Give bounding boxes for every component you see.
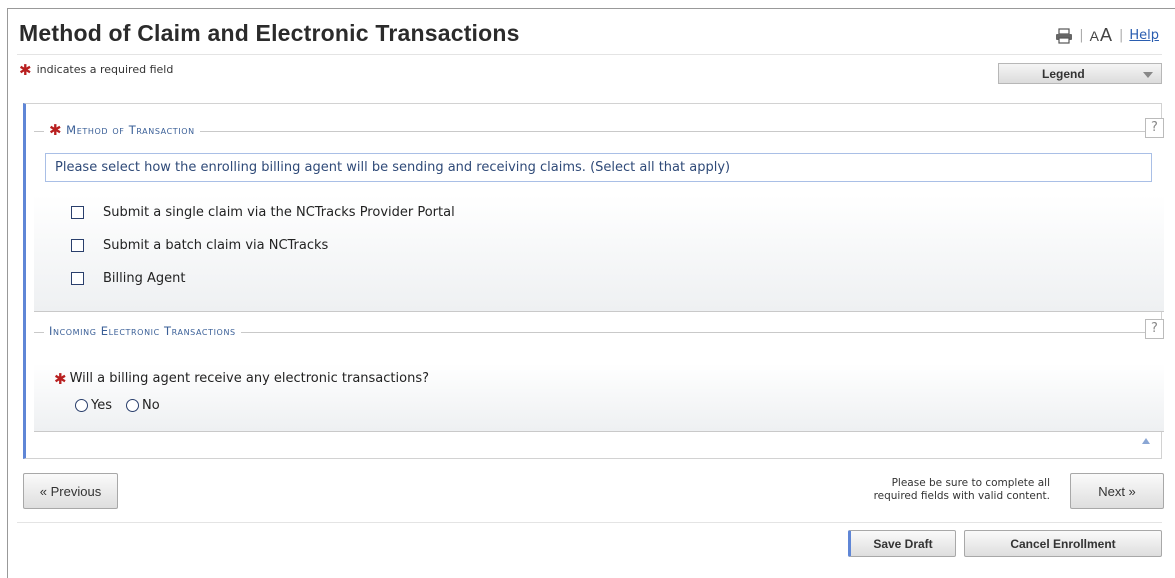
method-instructions: Please select how the enrolling billing … xyxy=(45,153,1152,182)
scroll-to-top-icon[interactable] xyxy=(1142,438,1150,444)
section-header: ✱ Method of Transaction ? xyxy=(34,118,1164,139)
question-text: Will a billing agent receive any electro… xyxy=(69,371,429,386)
cancel-enrollment-button[interactable]: Cancel Enrollment xyxy=(964,530,1162,557)
required-star-icon: ✱ xyxy=(49,121,63,139)
option-single-claim[interactable]: Submit a single claim via the NCTracks P… xyxy=(71,205,455,220)
chevron-down-icon xyxy=(1143,72,1153,78)
help-link[interactable]: Help xyxy=(1129,28,1159,43)
tool-separator: | xyxy=(1079,28,1084,43)
radio-no[interactable] xyxy=(126,399,139,412)
radio-option-no[interactable]: No xyxy=(126,398,160,413)
previous-button[interactable]: « Previous xyxy=(23,473,118,509)
method-of-transaction-section: ✱ Method of Transaction ? Please select … xyxy=(34,118,1164,312)
completion-note: Please be sure to complete all required … xyxy=(810,477,1050,503)
section-header: Incoming Electronic Transactions ? xyxy=(34,319,1164,339)
help-question-icon[interactable]: ? xyxy=(1145,319,1164,339)
next-button[interactable]: Next » xyxy=(1070,473,1164,509)
footer-divider xyxy=(17,522,1162,523)
option-label: Submit a batch claim via NCTracks xyxy=(103,238,329,253)
required-field-note: ✱ indicates a required field xyxy=(19,60,174,79)
font-size-small-icon: A xyxy=(1089,28,1100,44)
help-question-icon[interactable]: ? xyxy=(1145,118,1164,138)
option-batch-claim[interactable]: Submit a batch claim via NCTracks xyxy=(71,238,328,253)
checkbox-batch-claim[interactable] xyxy=(71,239,84,252)
section-title-text: Method of Transaction xyxy=(66,123,195,137)
option-billing-agent[interactable]: Billing Agent xyxy=(71,271,185,286)
printer-icon[interactable] xyxy=(1055,27,1073,44)
legend-label: Legend xyxy=(1042,67,1085,81)
section-title: ✱ Method of Transaction xyxy=(44,121,200,139)
page-title: Method of Claim and Electronic Transacti… xyxy=(19,20,520,46)
section-title-text: Incoming Electronic Transactions xyxy=(49,324,236,338)
billing-agent-question: ✱ Will a billing agent receive any elect… xyxy=(54,371,429,386)
font-size-toggle[interactable]: AA xyxy=(1090,25,1113,46)
required-note-text: indicates a required field xyxy=(36,63,174,76)
section-divider xyxy=(34,131,1149,132)
save-draft-button[interactable]: Save Draft xyxy=(848,530,956,557)
radio-option-yes[interactable]: Yes xyxy=(75,398,112,413)
radio-label-no: No xyxy=(142,398,160,413)
title-divider xyxy=(17,54,1162,55)
font-size-large-icon: A xyxy=(1099,25,1113,45)
enrollment-panel: ✱ Method of Transaction ? Please select … xyxy=(23,103,1164,459)
option-label: Billing Agent xyxy=(103,271,186,286)
section-title: Incoming Electronic Transactions xyxy=(44,324,241,338)
checkbox-single-claim[interactable] xyxy=(71,206,84,219)
radio-label-yes: Yes xyxy=(91,398,112,413)
tool-separator: | xyxy=(1118,28,1124,43)
completion-note-line: Please be sure to complete all xyxy=(891,477,1050,489)
option-label: Submit a single claim via the NCTracks P… xyxy=(103,205,455,220)
required-star-icon: ✱ xyxy=(54,369,67,388)
radio-yes[interactable] xyxy=(75,399,88,412)
completion-note-line: required fields with valid content. xyxy=(873,490,1050,502)
incoming-electronic-transactions-section: Incoming Electronic Transactions ? ✱ Wil… xyxy=(34,319,1164,432)
legend-dropdown[interactable]: Legend xyxy=(998,63,1162,84)
required-star-icon: ✱ xyxy=(19,60,32,79)
page-tools: | AA | Help xyxy=(1055,25,1159,46)
yes-no-radio-group: Yes No xyxy=(75,398,160,413)
checkbox-billing-agent[interactable] xyxy=(71,272,84,285)
